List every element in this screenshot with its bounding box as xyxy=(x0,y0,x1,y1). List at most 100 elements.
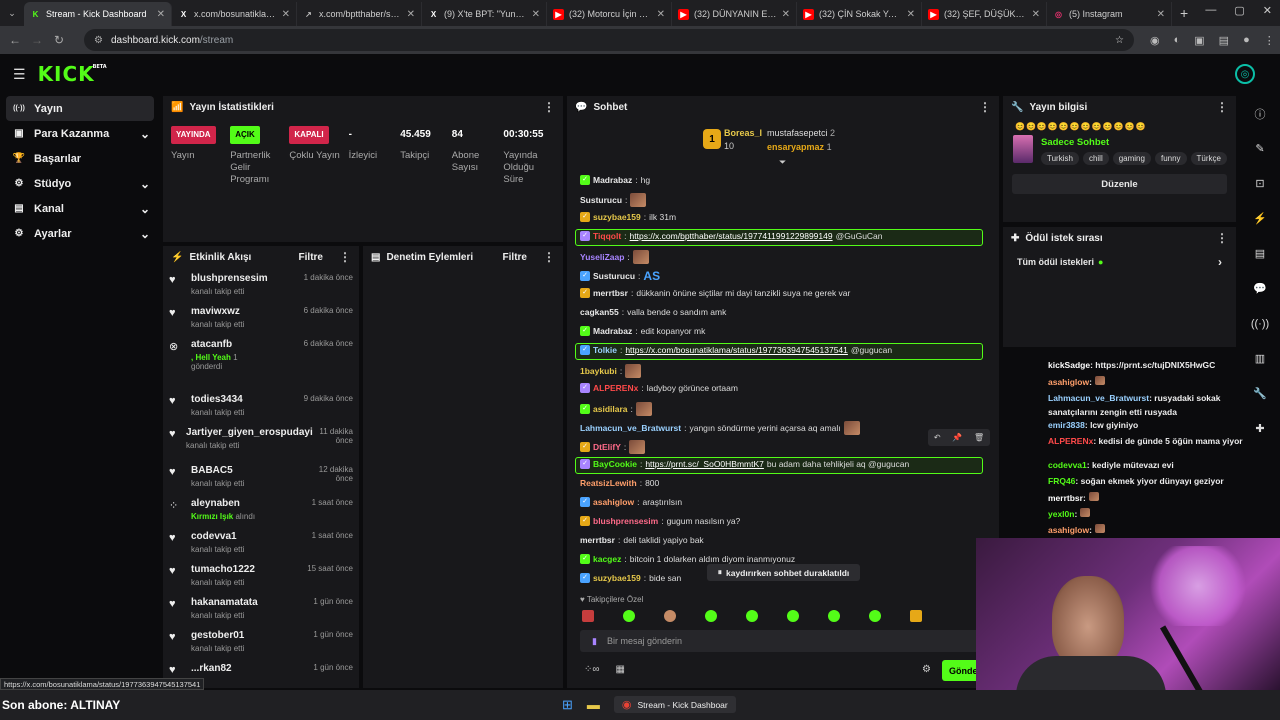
moderation-menu-icon[interactable]: ⋮ xyxy=(543,250,555,264)
emote-icon[interactable] xyxy=(869,610,881,622)
chat-message[interactable]: ✓ DtElifY: xyxy=(580,440,646,454)
chat-message[interactable]: ✓ asahiglow: araştırılsın xyxy=(580,497,682,507)
event-username[interactable]: maviwxwz xyxy=(191,306,301,317)
browser-tab[interactable]: ▶ (32) DÜNYANIN EN ŞEY ✕ xyxy=(672,2,797,26)
all-rewards-link[interactable]: Tüm ödül istekleri ● › xyxy=(1017,255,1222,269)
chat-link[interactable]: https://x.com/bosunatiklama/status/19773… xyxy=(625,345,848,355)
stream-info-menu-icon[interactable]: ⋮ xyxy=(1216,100,1228,114)
chat-username[interactable]: 1baykubi xyxy=(580,366,617,376)
extensions-puzzle-icon[interactable]: ▣ xyxy=(1194,34,1204,47)
activity-menu-icon[interactable]: ⋮ xyxy=(339,250,351,264)
chat-message[interactable]: ✓ kacgez: bitcoin 1 dolarken aldım diyom i… xyxy=(580,554,795,564)
emote-icon[interactable] xyxy=(787,610,799,622)
tab-search-icon[interactable]: ⌄ xyxy=(0,8,24,19)
chat-menu-icon[interactable]: ⋮ xyxy=(979,100,991,114)
second-name[interactable]: mustafasepetci xyxy=(767,128,828,138)
activity-filter-button[interactable]: Filtre xyxy=(299,252,323,263)
pin-icon[interactable]: 📌 xyxy=(952,433,962,442)
chat-username[interactable]: Tolkie xyxy=(593,345,617,355)
chat-message[interactable]: cagkan55: valla bende o sandım amk xyxy=(580,307,726,317)
category-name[interactable]: Sadece Sohbet xyxy=(1041,137,1227,148)
event-username[interactable]: tumacho1222 xyxy=(191,564,301,575)
chat-link[interactable]: https://prnt.sc/_SoO0HBmmtK7 xyxy=(645,459,764,469)
new-tab-button[interactable]: + xyxy=(1180,5,1188,21)
browser-tab[interactable]: ▶ (32) ÇİN Sokak Yemekle ✕ xyxy=(797,2,922,26)
chat-username[interactable]: Susturucu xyxy=(580,195,622,205)
tab-close-icon[interactable]: ✕ xyxy=(282,9,290,20)
browser-menu-icon[interactable]: ⋮ xyxy=(1264,34,1275,47)
chat-message[interactable]: ✓ asidilara: xyxy=(580,402,652,416)
chat-username[interactable]: Susturucu xyxy=(593,271,635,281)
chat-username[interactable]: asidilara xyxy=(593,404,628,414)
user-avatar[interactable]: ◎ xyxy=(1235,64,1255,84)
server-icon[interactable]: ▥ xyxy=(1247,341,1273,376)
kick-logo[interactable]: KICK BETA xyxy=(38,62,107,86)
event-username[interactable]: gestober01 xyxy=(191,630,301,641)
infinity-icon[interactable]: ⁘∞ xyxy=(584,664,600,675)
chat-message[interactable]: Lahmacun_ve_Bratwurst: yangın söndürme ye… xyxy=(580,421,860,435)
stream-tag[interactable]: Türkçe xyxy=(1190,152,1227,165)
stream-tag[interactable]: gaming xyxy=(1112,152,1151,165)
chat-username[interactable]: ReatsizLewith xyxy=(580,478,637,488)
tab-close-icon[interactable]: ✕ xyxy=(782,9,790,20)
puzzle-icon[interactable]: ✚ xyxy=(1247,411,1273,446)
chat-username[interactable]: asahiglow xyxy=(593,497,634,507)
event-username[interactable]: ...rkan82 xyxy=(191,663,301,674)
chat-message[interactable]: ✓ Madrabaz: hg xyxy=(580,175,650,185)
event-username[interactable]: blushprensesim xyxy=(191,273,301,284)
chat-message[interactable]: ✓ blushprensesim: gugum nasılsın ya? xyxy=(580,516,740,526)
minimize-icon[interactable]: — xyxy=(1205,4,1216,17)
tab-close-icon[interactable]: ✕ xyxy=(907,9,915,20)
tab-close-icon[interactable]: ✕ xyxy=(657,9,665,20)
moderation-filter-button[interactable]: Filtre xyxy=(503,252,527,263)
event-username[interactable]: Jartiyer_giyen_erospudayi xyxy=(186,427,313,438)
chat-username[interactable]: BayCookie xyxy=(593,459,637,469)
chat-username[interactable]: Lahmacun_ve_Bratwurst xyxy=(580,423,681,433)
event-username[interactable]: codevva1 xyxy=(191,531,301,542)
browser-tab[interactable]: K Stream - Kick Dashboard ✕ xyxy=(24,2,172,26)
chrome-taskbar-item[interactable]: ◉ Stream - Kick Dashboar xyxy=(613,696,736,713)
stream-tag[interactable]: funny xyxy=(1154,152,1187,165)
wrench-icon[interactable]: 🔧 xyxy=(1247,376,1273,411)
sidebar-item-achievements[interactable]: 🏆 Başarılar xyxy=(0,146,160,171)
browser-tab[interactable]: Xx.com/bosunatiklama/st ✕ xyxy=(172,2,297,26)
chat-message[interactable]: merrtbsr: deli taklidi yapiyo bak xyxy=(580,535,704,545)
sidebar-item-settings[interactable]: ⚙ Ayarlar ⌄ xyxy=(0,221,160,246)
close-window-icon[interactable]: ✕ xyxy=(1263,4,1272,17)
stream-tag[interactable]: Turkish xyxy=(1041,152,1079,165)
chat-settings-icon[interactable]: ⚙ xyxy=(922,664,931,675)
chat-message[interactable]: ✓ ALPERENx: ladyboy görünce ortaam xyxy=(580,383,738,393)
microphone-icon[interactable]: ▮ xyxy=(592,636,597,647)
chat-username[interactable]: Madrabaz xyxy=(593,326,632,336)
focus-icon[interactable]: ⊡ xyxy=(1247,166,1273,201)
browser-tab[interactable]: ▶ (32) ŞEF, DÜŞÜK PUANI ✕ xyxy=(922,2,1047,26)
sidebar-item-stream[interactable]: ((·)) Yayın xyxy=(6,96,154,121)
document-icon[interactable]: ▤ xyxy=(1247,236,1273,271)
sidebar-item-studio[interactable]: ⚙ Stüdyo ⌄ xyxy=(0,171,160,196)
gift-icon[interactable]: ▦ xyxy=(616,664,625,675)
url-field[interactable]: ⚙ dashboard.kick.com/stream ☆ xyxy=(84,29,1134,51)
edit-stream-button[interactable]: Düzenle xyxy=(1012,174,1227,194)
chat-message[interactable]: Susturucu: xyxy=(580,193,647,207)
chat-message[interactable]: YuseliZaap: xyxy=(580,250,649,264)
pencil-icon[interactable]: ✎ xyxy=(1247,131,1273,166)
site-info-icon[interactable]: ⚙ xyxy=(94,35,103,46)
browser-tab[interactable]: X (9) X'te BPT: "Yunan dır ✕ xyxy=(422,2,547,26)
chat-username[interactable]: suzybae159 xyxy=(593,212,641,222)
stream-tag[interactable]: chill xyxy=(1082,152,1109,165)
back-icon[interactable]: ← xyxy=(4,33,26,47)
file-explorer-icon[interactable]: ▬ xyxy=(587,697,600,712)
browser-tab[interactable]: ▶ (32) Motorcu İçin KÖTÜ ✕ xyxy=(547,2,672,26)
sidebar-toggle-icon[interactable]: ▤ xyxy=(1219,34,1229,47)
chat-message[interactable]: ✓ Tiqqolt: https://x.com/bptthaber/status/… xyxy=(580,231,883,241)
sidebar-item-monetization[interactable]: ▣ Para Kazanma ⌄ xyxy=(0,121,160,146)
emote-icon[interactable] xyxy=(705,610,717,622)
extension-icon[interactable]: ◐ xyxy=(1174,34,1181,47)
emote-icon[interactable] xyxy=(746,610,758,622)
chat-message[interactable]: ✓ suzybae159: bide san xyxy=(580,573,681,583)
info-icon[interactable]: ⓘ xyxy=(1247,96,1273,131)
chat-message[interactable]: ✓ BayCookie: https://prnt.sc/_SoO0HBmmtK7 b… xyxy=(580,459,909,469)
chat-username[interactable]: merrtbsr xyxy=(580,535,615,545)
event-username[interactable]: BABAC5 xyxy=(191,465,301,476)
chat-paused-notice[interactable]: ⏸ kaydırırken sohbet duraklatıldı xyxy=(707,564,860,581)
